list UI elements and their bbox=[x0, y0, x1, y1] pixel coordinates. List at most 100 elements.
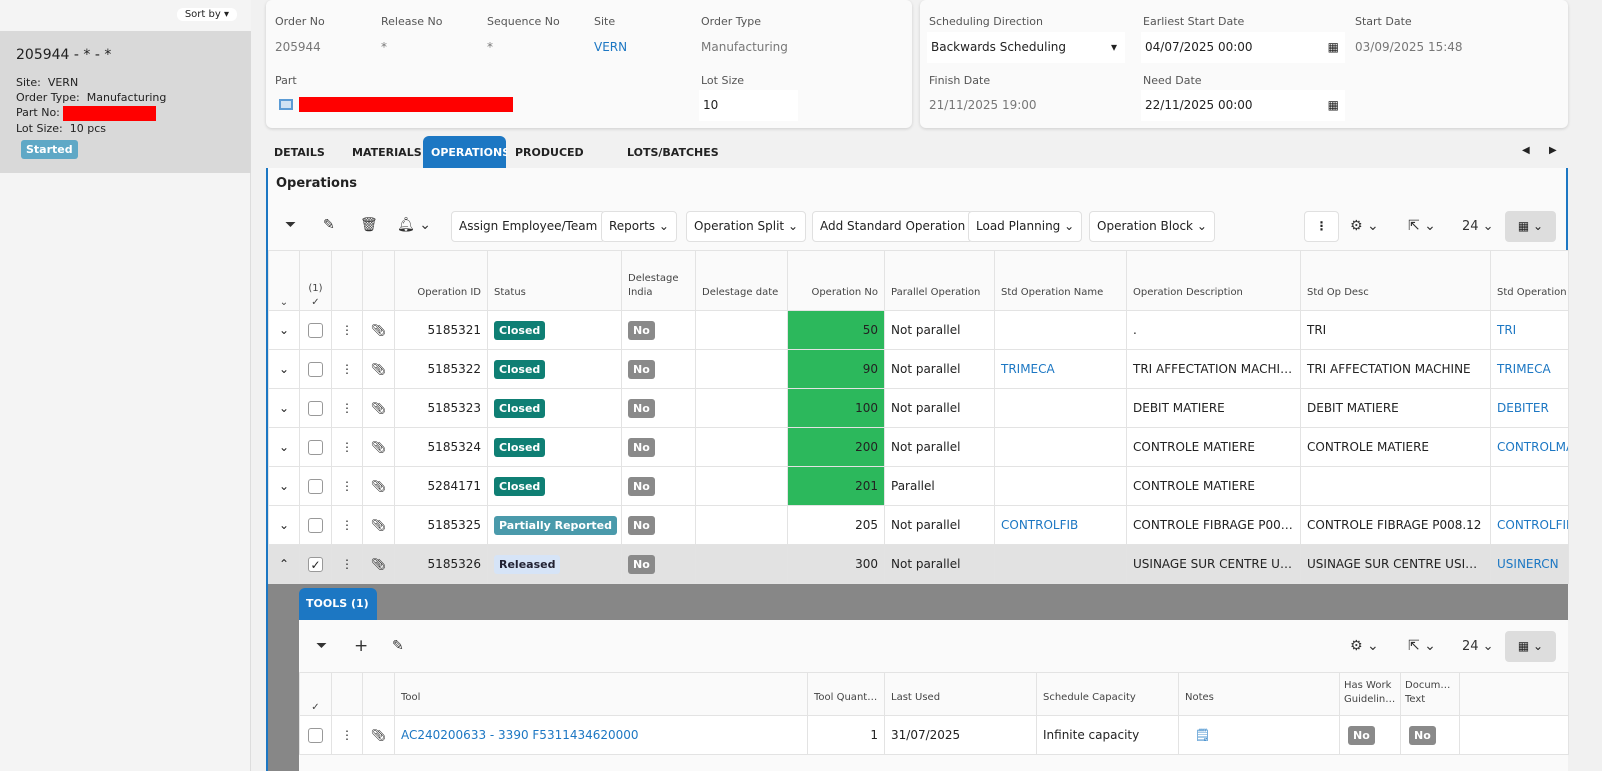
tab-scroll-left-icon[interactable]: ◀ bbox=[1522, 145, 1530, 156]
col-document-text[interactable]: Document Text bbox=[1400, 672, 1460, 716]
select-all-header[interactable]: ✓ bbox=[299, 672, 332, 716]
edit-icon[interactable]: ✎ bbox=[392, 638, 404, 654]
table-row[interactable]: ⌄ ⋮ 📎︎ 5185324 Closed No 200 Not parallel CONTRO… bbox=[268, 427, 1569, 467]
row-menu-icon[interactable]: ⋮ bbox=[331, 388, 363, 428]
tab-lots-batches[interactable]: LOTS/BATCHES bbox=[619, 136, 719, 168]
edit-icon[interactable]: ✎ bbox=[323, 217, 335, 233]
tab-materials[interactable]: MATERIALS bbox=[344, 136, 422, 168]
col-std-operation-name[interactable]: Std Operation Name bbox=[994, 250, 1127, 311]
row-menu-icon[interactable]: ⋮ bbox=[331, 349, 363, 389]
col-last-used[interactable]: Last Used bbox=[884, 672, 1037, 716]
row-checkbox[interactable] bbox=[299, 349, 332, 389]
site-link[interactable]: VERN bbox=[594, 40, 627, 54]
export-icon[interactable]: ⇱ ⌄ bbox=[1408, 218, 1436, 234]
calendar-icon[interactable]: ▦ bbox=[1328, 40, 1339, 54]
col-schedule-capacity[interactable]: Schedule Capacity bbox=[1036, 672, 1179, 716]
earliest-date-input[interactable]: 04/07/2025 00:00 ▦ bbox=[1141, 32, 1345, 63]
row-checkbox[interactable] bbox=[299, 466, 332, 506]
operation-block-button[interactable]: Operation Block ⌄ bbox=[1089, 211, 1215, 242]
expand-row-icon[interactable]: ⌄ bbox=[268, 466, 300, 506]
col-operation-no[interactable]: Operation No bbox=[787, 250, 885, 311]
std-operation-name-link[interactable] bbox=[994, 544, 1127, 584]
notes-icon[interactable]: 🗒︎ bbox=[1178, 715, 1340, 755]
row-menu-icon[interactable]: ⋮ bbox=[331, 505, 363, 545]
col-notes[interactable]: Notes bbox=[1178, 672, 1340, 716]
std-operation-name-link[interactable]: CONTROLFIB bbox=[994, 505, 1127, 545]
page-size-select[interactable]: 24 ⌄ bbox=[1462, 219, 1494, 234]
std-operation-name-link[interactable] bbox=[994, 388, 1127, 428]
attachment-icon[interactable]: 📎︎ bbox=[362, 505, 395, 545]
table-row[interactable]: ⌄ ⋮ 📎︎ 5185322 Closed No 90 Not parallel TRIMECA… bbox=[268, 349, 1569, 389]
col-status[interactable]: Status bbox=[487, 250, 622, 311]
std-operation-link[interactable]: TRI bbox=[1490, 310, 1569, 350]
more-options-icon[interactable]: ⋮ bbox=[1304, 211, 1339, 242]
select-all-header[interactable]: (1) ✓ bbox=[299, 250, 332, 311]
row-checkbox[interactable] bbox=[299, 310, 332, 350]
row-checkbox[interactable]: ✓ bbox=[299, 544, 332, 584]
row-menu-icon[interactable]: ⋮ bbox=[331, 427, 363, 467]
load-planning-button[interactable]: Load Planning ⌄ bbox=[968, 211, 1083, 242]
need-date-input[interactable]: 22/11/2025 00:00 ▦ bbox=[1141, 90, 1345, 121]
std-operation-name-link[interactable]: TRIMECA bbox=[994, 349, 1127, 389]
add-icon[interactable]: + bbox=[354, 636, 368, 656]
tab-tools[interactable]: TOOLS (1) bbox=[299, 588, 377, 620]
bell-icon[interactable]: 🔔︎ ⌄ bbox=[397, 217, 431, 233]
row-menu-icon[interactable]: ⋮ bbox=[331, 466, 363, 506]
tab-details[interactable]: DETAILS bbox=[266, 136, 344, 168]
row-checkbox[interactable] bbox=[299, 505, 332, 545]
col-delestage-date[interactable]: Delestage date bbox=[695, 250, 788, 311]
filter-icon[interactable]: ⏷ bbox=[285, 217, 296, 233]
add-standard-operation-button[interactable]: Add Standard Operation bbox=[812, 211, 974, 242]
attachment-icon[interactable]: 📎︎ bbox=[362, 349, 395, 389]
settings-icon[interactable]: ⚙ ⌄ bbox=[1350, 218, 1379, 234]
col-tool-quantity[interactable]: Tool Quantity bbox=[807, 672, 885, 716]
std-operation-link[interactable]: TRIMECA bbox=[1490, 349, 1569, 389]
std-operation-name-link[interactable] bbox=[994, 427, 1127, 467]
attachment-icon[interactable]: 📎︎ bbox=[362, 715, 395, 755]
reports-button[interactable]: Reports ⌄ bbox=[601, 211, 677, 242]
page-size-select[interactable]: 24 ⌄ bbox=[1462, 639, 1494, 654]
lot-size-input[interactable]: 10 bbox=[699, 90, 798, 121]
order-card[interactable]: 205944 - * - * Site: VERN Order Type: Ma… bbox=[0, 31, 251, 173]
row-menu-icon[interactable]: ⋮ bbox=[331, 715, 363, 755]
std-operation-link[interactable]: USINERCN bbox=[1490, 544, 1569, 584]
assign-employee-button[interactable]: Assign Employee/Team bbox=[451, 211, 606, 242]
table-view-icon[interactable]: ▦ ⌄ bbox=[1505, 211, 1556, 242]
row-checkbox[interactable] bbox=[299, 715, 332, 755]
col-operation-id[interactable]: Operation ID bbox=[394, 250, 488, 311]
table-view-icon[interactable]: ▦ ⌄ bbox=[1505, 631, 1556, 662]
row-menu-icon[interactable]: ⋮ bbox=[331, 310, 363, 350]
std-operation-link[interactable]: DEBITER bbox=[1490, 388, 1569, 428]
table-row[interactable]: ⌄ ⋮ 📎︎ 5185321 Closed No 50 Not parallel. TRI TRI bbox=[268, 310, 1569, 350]
col-std-op-desc[interactable]: Std Op Desc bbox=[1300, 250, 1491, 311]
calendar-icon[interactable]: ▦ bbox=[1328, 98, 1339, 112]
col-delestage-india[interactable]: Delestage India bbox=[621, 250, 696, 311]
col-std-operation-c[interactable]: Std Operation C bbox=[1490, 250, 1569, 311]
row-checkbox[interactable] bbox=[299, 388, 332, 428]
tool-link[interactable]: AC240200633 - 3390 F5311434620000 bbox=[394, 715, 808, 755]
expand-row-icon[interactable]: ⌄ bbox=[268, 349, 300, 389]
direction-select[interactable]: Backwards Scheduling ▾ bbox=[927, 32, 1125, 63]
attachment-icon[interactable]: 📎︎ bbox=[362, 388, 395, 428]
expand-row-icon[interactable]: ⌄ bbox=[268, 310, 300, 350]
std-operation-link[interactable]: CONTROLMAT bbox=[1490, 427, 1569, 467]
filter-icon[interactable]: ⏷ bbox=[316, 638, 327, 654]
tab-operations[interactable]: OPERATIONS bbox=[423, 136, 510, 168]
std-operation-name-link[interactable] bbox=[994, 466, 1127, 506]
export-icon[interactable]: ⇱ ⌄ bbox=[1408, 638, 1436, 654]
tab-produced-parts[interactable]: PRODUCED PARTS bbox=[507, 136, 617, 193]
row-menu-icon[interactable]: ⋮ bbox=[331, 544, 363, 584]
table-row[interactable]: ⋮ 📎︎ AC240200633 - 3390 F5311434620000 1… bbox=[299, 715, 1569, 755]
col-operation-description[interactable]: Operation Description bbox=[1126, 250, 1301, 311]
operation-split-button[interactable]: Operation Split ⌄ bbox=[686, 211, 807, 242]
std-operation-link[interactable] bbox=[1490, 466, 1569, 506]
table-row[interactable]: ⌄ ⋮ 📎︎ 5185325 Partially Reported No 205 Not pa… bbox=[268, 505, 1569, 545]
expand-all-icon[interactable]: ⌄ bbox=[268, 250, 300, 311]
expand-row-icon[interactable]: ⌄ bbox=[268, 388, 300, 428]
table-row[interactable]: ⌄ ⋮ 📎︎ 5185323 Closed No 100 Not parallel DEBIT … bbox=[268, 388, 1569, 428]
table-row[interactable]: ⌄ ⋮ 📎︎ 5284171 Closed No 201 Parallel CONTROLE M… bbox=[268, 466, 1569, 506]
sort-by-button[interactable]: Sort by ▾ bbox=[176, 8, 237, 21]
col-has-work-guidelines[interactable]: Has Work Guidelines bbox=[1339, 672, 1401, 716]
std-operation-name-link[interactable] bbox=[994, 310, 1127, 350]
table-row[interactable]: ⌃ ✓ ⋮ 📎︎ 5185326 Released No 300 Not parallel USI… bbox=[268, 544, 1569, 584]
